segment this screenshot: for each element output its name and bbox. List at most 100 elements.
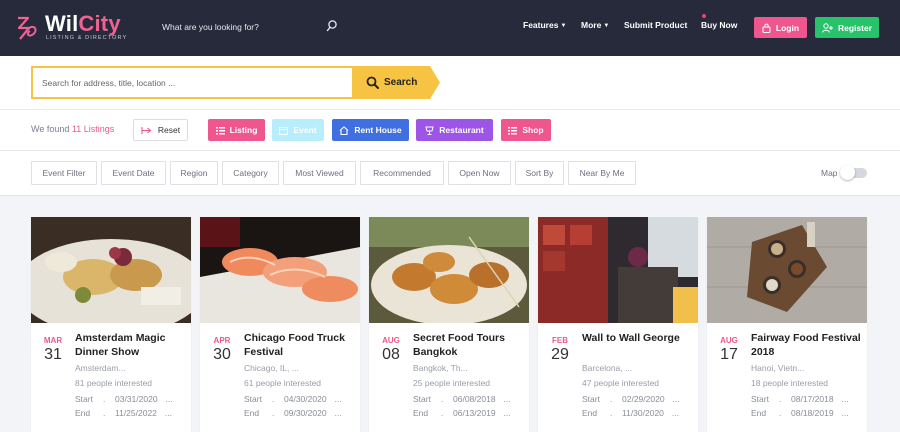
location-search-input[interactable]: [33, 68, 353, 97]
event-image[interactable]: [31, 217, 191, 323]
event-month: FEB: [552, 336, 568, 345]
event-day: 17: [720, 346, 738, 363]
category-event[interactable]: Event: [272, 119, 324, 141]
event-location: Hanoi, Vietn...: [751, 363, 805, 373]
category-restaurant-label: Restaurant: [439, 125, 484, 135]
event-start: Start. 08/17/2018...: [751, 394, 849, 404]
event-interest: 61 people interested: [244, 378, 322, 388]
event-card[interactable]: MAR 31 Amsterdam Magic Dinner Show Amste…: [31, 217, 191, 432]
event-location: Chicago, IL, ...: [244, 363, 299, 373]
location-search-box: [31, 66, 353, 99]
nav-buy-now[interactable]: Buy Now: [701, 20, 737, 36]
event-day: 29: [551, 346, 569, 363]
map-toggle[interactable]: [840, 165, 867, 180]
event-month: MAR: [43, 336, 63, 345]
search-icon[interactable]: [326, 19, 338, 33]
event-end: End. 11/30/2020...: [582, 408, 680, 418]
home-icon: [340, 125, 349, 135]
event-title[interactable]: Chicago Food Truck Festival: [244, 331, 354, 359]
filter-most-viewed[interactable]: Most Viewed: [283, 161, 356, 185]
event-interest: 18 people interested: [751, 378, 829, 388]
category-restaurant[interactable]: Restaurant: [416, 119, 493, 141]
category-shop-label: Shop: [522, 125, 544, 135]
search-button[interactable]: Search: [352, 66, 440, 99]
nav-features[interactable]: Features ▼: [523, 20, 566, 36]
event-image[interactable]: [369, 217, 529, 323]
event-location: Amsterdam...: [75, 363, 126, 373]
event-title[interactable]: Amsterdam Magic Dinner Show: [75, 331, 185, 359]
top-header: WilCity LISTING & DIRECTORY Features▼ Mo…: [0, 0, 900, 56]
event-day: 30: [213, 346, 231, 363]
register-button[interactable]: Register: [815, 17, 879, 38]
category-listing[interactable]: Listing: [208, 119, 265, 141]
wilcity-logo[interactable]: WilCity LISTING & DIRECTORY: [14, 11, 128, 44]
event-end: End. 08/18/2019...: [751, 408, 849, 418]
nav-more[interactable]: More ▼: [581, 20, 609, 36]
buy-now-dot: [702, 14, 706, 18]
header-search-input[interactable]: [162, 16, 322, 38]
nav-features-label: Features: [523, 20, 559, 30]
nav-more-label: More: [581, 20, 602, 30]
event-image[interactable]: [200, 217, 360, 323]
category-rent-house[interactable]: Rent House: [332, 119, 409, 141]
reset-label: Reset: [157, 125, 181, 135]
event-title[interactable]: Fairway Food Festival 2018: [751, 331, 861, 359]
event-start: Start. 03/31/2020...: [75, 394, 173, 404]
event-start: Start. 04/30/2020...: [244, 394, 342, 404]
category-rent-house-label: Rent House: [354, 125, 402, 135]
filter-region[interactable]: Region: [170, 161, 218, 185]
login-button[interactable]: Login: [754, 17, 807, 38]
event-month: AUG: [720, 336, 738, 345]
calendar-icon: [279, 126, 289, 135]
event-title[interactable]: Wall to Wall George: [582, 331, 692, 345]
filter-category[interactable]: Category: [222, 161, 279, 185]
filter-recommended[interactable]: Recommended: [360, 161, 444, 185]
event-end: End. 09/30/2020...: [244, 408, 342, 418]
cup-icon: [425, 126, 434, 135]
logo-subtitle: LISTING & DIRECTORY: [46, 35, 128, 41]
list-icon: [508, 126, 518, 134]
filter-sort-by[interactable]: Sort By: [515, 161, 564, 185]
event-location: Barcelona, ...: [582, 363, 633, 373]
event-interest: 25 people interested: [413, 378, 491, 388]
event-end: End. 06/13/2019...: [413, 408, 511, 418]
event-interest: 47 people interested: [582, 378, 660, 388]
reset-icon: [141, 126, 152, 134]
event-month: APR: [213, 336, 231, 345]
event-location: Bangkok, Th...: [413, 363, 468, 373]
map-toggle-label: Map: [821, 168, 838, 178]
event-card[interactable]: APR 30 Chicago Food Truck Festival Chica…: [200, 217, 360, 432]
list-icon: [215, 126, 225, 134]
event-start: Start. 02/29/2020...: [582, 394, 680, 404]
event-image[interactable]: [707, 217, 867, 323]
filter-bar: Event Filter Event Date Region Category …: [0, 151, 900, 196]
event-card[interactable]: AUG 08 Secret Food Tours Bangkok Bangkok…: [369, 217, 529, 432]
category-listing-label: Listing: [229, 125, 258, 135]
filter-event-date[interactable]: Event Date: [101, 161, 166, 185]
logo-mark-icon: [17, 16, 37, 40]
register-label: Register: [837, 22, 872, 33]
event-month: AUG: [382, 336, 400, 345]
add-user-icon: [822, 22, 833, 33]
reset-button[interactable]: Reset: [133, 119, 188, 141]
filter-open-now[interactable]: Open Now: [448, 161, 511, 185]
filter-near-by-me[interactable]: Near By Me: [568, 161, 636, 185]
nav-submit-product[interactable]: Submit Product: [624, 20, 687, 36]
event-start: Start. 06/08/2018...: [413, 394, 511, 404]
logo-text: WilCity: [45, 11, 121, 36]
event-card[interactable]: AUG 17 Fairway Food Festival 2018 Hanoi,…: [707, 217, 867, 432]
event-card[interactable]: FEB 29 Wall to Wall George Barcelona, ..…: [538, 217, 698, 432]
lock-icon: [762, 23, 771, 33]
search-icon: [366, 76, 379, 89]
chevron-down-icon: ▼: [603, 23, 610, 29]
event-end: End. 11/25/2022...: [75, 408, 173, 418]
category-shop[interactable]: Shop: [501, 119, 551, 141]
category-event-label: Event: [293, 125, 317, 135]
event-image[interactable]: [538, 217, 698, 323]
map-toggle-knob: [840, 165, 855, 180]
login-label: Login: [775, 22, 800, 33]
event-title[interactable]: Secret Food Tours Bangkok: [413, 331, 523, 359]
event-day: 31: [44, 346, 62, 363]
filter-event-filter[interactable]: Event Filter: [31, 161, 97, 185]
search-button-label: Search: [384, 77, 418, 88]
